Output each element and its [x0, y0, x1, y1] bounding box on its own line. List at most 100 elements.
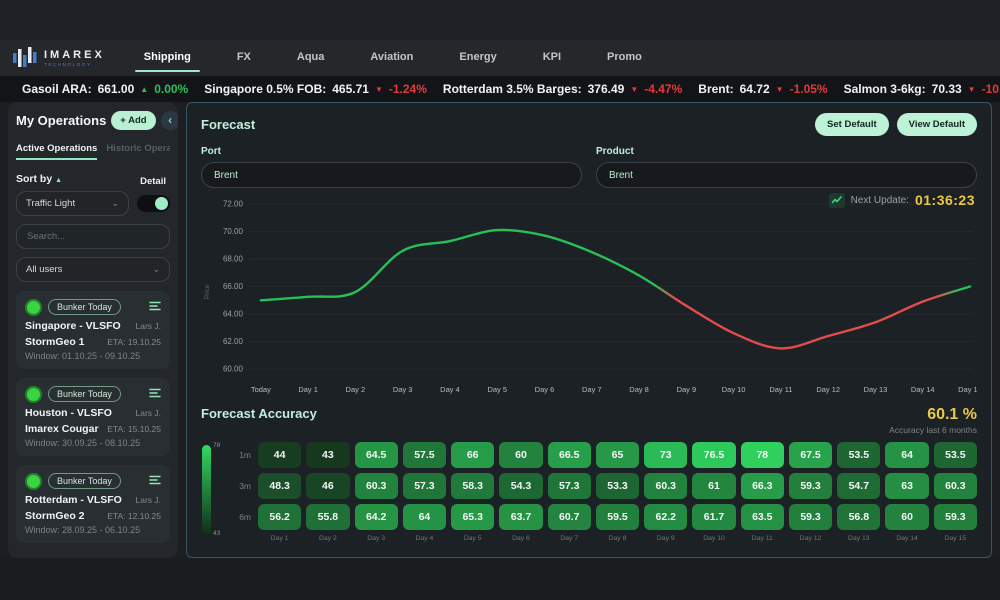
accuracy-cell: 60: [885, 504, 928, 530]
accuracy-cell: 44: [258, 442, 301, 468]
product-select[interactable]: Brent: [596, 162, 977, 188]
y-tick-label: 72.00: [223, 199, 243, 208]
sort-select[interactable]: Traffic Light ⌄: [16, 191, 129, 216]
x-tick-label: Day 14: [911, 385, 935, 394]
sidebar-tab-historic-operations[interactable]: Historic Operations: [106, 143, 170, 160]
view-default-button[interactable]: View Default: [897, 113, 977, 136]
operation-route: Singapore - VLSFO: [25, 320, 121, 332]
operation-card[interactable]: Bunker TodayHouston - VLSFOLars J.Imarex…: [16, 378, 170, 456]
operation-badge: Bunker Today: [48, 299, 121, 315]
collapse-sidebar-button[interactable]: ‹: [161, 111, 178, 130]
top-band: [0, 0, 1000, 40]
operation-eta: ETA: 19.10.25: [107, 337, 161, 347]
x-tick-label: Day 4: [440, 385, 460, 394]
tab-kpi[interactable]: KPI: [520, 40, 584, 76]
sort-by-label: Sort by▲: [16, 169, 62, 187]
up-arrow-icon: ▲: [140, 85, 148, 94]
chart-line-segment: [545, 236, 592, 253]
chart-line-segment: [781, 336, 828, 348]
tab-aviation[interactable]: Aviation: [347, 40, 436, 76]
operation-user: Lars J.: [135, 321, 161, 331]
accuracy-cell: 60.3: [355, 473, 398, 499]
accuracy-cell: 56.8: [837, 504, 880, 530]
sidebar-header: My Operations + Add ‹: [16, 111, 170, 130]
sort-direction-icon[interactable]: ▲: [55, 177, 62, 184]
x-tick-label: Day 13: [864, 385, 888, 394]
accuracy-cell: 60: [499, 442, 542, 468]
accuracy-cell: 58.3: [451, 473, 494, 499]
ticker-value: 465.71: [332, 82, 369, 96]
operation-badge: Bunker Today: [48, 473, 121, 489]
brand-subtitle: TECHNOLOGY: [44, 62, 105, 67]
heatmap-col-label: Day 8: [596, 535, 639, 542]
accuracy-cell: 61: [692, 473, 735, 499]
ticker-item: Singapore 0.5% FOB:465.71▼-1.24%: [204, 82, 427, 96]
accuracy-cell: 64.2: [355, 504, 398, 530]
operation-user: Lars J.: [135, 408, 161, 418]
logo-text: IMAREX TECHNOLOGY: [44, 49, 105, 67]
ticker-change: -4.47%: [644, 82, 682, 96]
tab-shipping[interactable]: Shipping: [121, 40, 214, 76]
accuracy-heatmap: 78 43 1m444364.557.5666066.5657376.57867…: [201, 442, 977, 542]
chart-line-segment: [355, 251, 402, 292]
operation-window: Window: 30.09.25 - 08.10.25: [25, 438, 161, 448]
accuracy-cell: 53.5: [934, 442, 977, 468]
x-tick-label: Day 11: [769, 385, 792, 394]
imarex-logo-icon: [12, 46, 38, 70]
down-arrow-icon: ▼: [968, 85, 976, 94]
tab-energy[interactable]: Energy: [436, 40, 519, 76]
operation-window: Window: 01.10.25 - 09.10.25: [25, 351, 161, 361]
chart-line-segment: [403, 241, 450, 251]
heatmap-col-label: Day 5: [451, 535, 494, 542]
ticker-label: Gasoil ARA:: [22, 82, 92, 96]
sort-row: Sort by▲ Detail: [16, 169, 170, 187]
tab-aqua[interactable]: Aqua: [274, 40, 348, 76]
accuracy-cell: 57.3: [403, 473, 446, 499]
traffic-light-icon: [25, 473, 42, 490]
heatmap-col-label: Day 4: [403, 535, 446, 542]
port-field-group: Port Brent: [201, 146, 582, 188]
heatmap-col-label: Day 13: [837, 535, 880, 542]
down-arrow-icon: ▼: [776, 85, 784, 94]
y-tick-label: 70.00: [223, 227, 243, 236]
ticker-change: -1.24%: [389, 82, 427, 96]
heatmap-legend-max: 78: [213, 442, 220, 449]
accuracy-cell: 59.5: [596, 504, 639, 530]
operation-badge: Bunker Today: [48, 386, 121, 402]
search-input[interactable]: [16, 224, 170, 249]
sort-select-value: Traffic Light: [26, 198, 75, 209]
chart-line-segment: [734, 333, 781, 348]
set-default-button[interactable]: Set Default: [815, 113, 889, 136]
operation-card[interactable]: Bunker TodaySingapore - VLSFOLars J.Stor…: [16, 291, 170, 369]
heatmap-col-label: Day 2: [306, 535, 349, 542]
tab-promo[interactable]: Promo: [584, 40, 665, 76]
add-operation-button[interactable]: + Add: [111, 111, 155, 130]
imarex-logo[interactable]: IMAREX TECHNOLOGY: [12, 46, 105, 70]
ticker-label: Rotterdam 3.5% Barges:: [443, 82, 582, 96]
x-tick-label: Day 15: [958, 385, 977, 394]
accuracy-cell: 63: [885, 473, 928, 499]
accuracy-cell: 65.3: [451, 504, 494, 530]
toggle-knob: [155, 197, 168, 210]
y-tick-label: 66.00: [223, 282, 243, 291]
top-nav: IMAREX TECHNOLOGY ShippingFXAquaAviation…: [0, 40, 1000, 76]
detail-list-icon[interactable]: [149, 385, 161, 403]
down-arrow-icon: ▼: [375, 85, 383, 94]
accuracy-summary: 60.1 % Accuracy last 6 months: [889, 406, 977, 435]
users-select[interactable]: All users ⌄: [16, 257, 170, 282]
detail-list-icon[interactable]: [149, 298, 161, 316]
accuracy-cell: 60.7: [548, 504, 591, 530]
tab-fx[interactable]: FX: [214, 40, 274, 76]
operation-window: Window: 28.09.25 - 06.10.25: [25, 525, 161, 535]
port-select[interactable]: Brent: [201, 162, 582, 188]
sidebar-tab-active-operations[interactable]: Active Operations: [16, 143, 97, 160]
operation-route: Houston - VLSFO: [25, 407, 112, 419]
detail-list-icon[interactable]: [149, 472, 161, 490]
sort-controls: Traffic Light ⌄: [16, 191, 170, 216]
operation-card[interactable]: Bunker TodayRotterdam - VLSFOLars J.Stor…: [16, 465, 170, 543]
accuracy-cell: 53.3: [596, 473, 639, 499]
ticker-change: -10.1: [982, 82, 1000, 96]
detail-toggle[interactable]: [137, 195, 170, 212]
heatmap-col-label: Day 7: [548, 535, 591, 542]
heatmap-row-label: 1m: [229, 450, 253, 460]
